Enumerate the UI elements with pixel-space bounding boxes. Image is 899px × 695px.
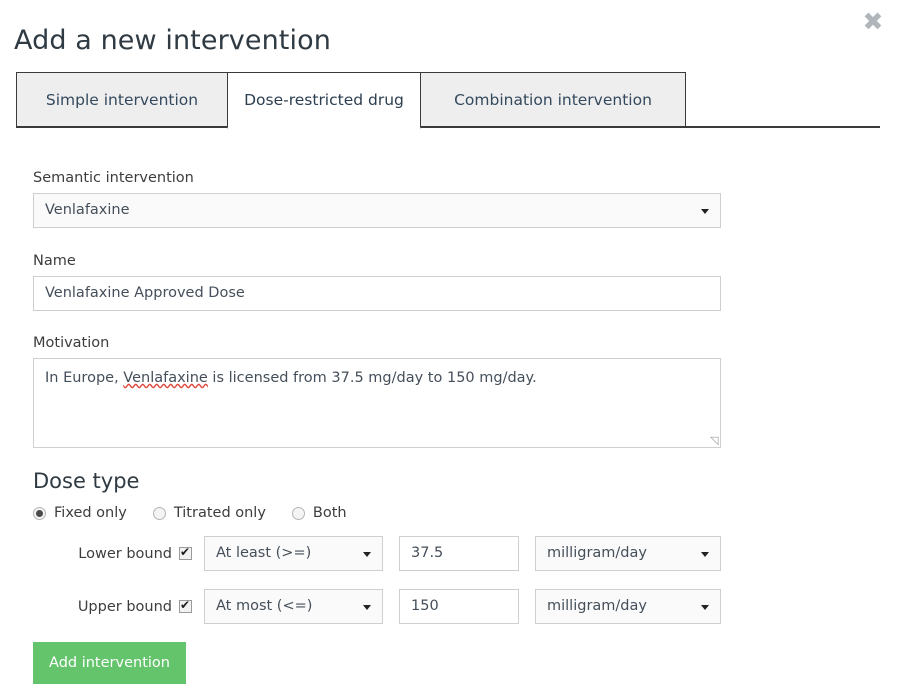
close-icon[interactable]: ✖ <box>859 8 887 36</box>
radio-option-titrated-only[interactable]: Titrated only <box>152 505 266 521</box>
radio-option-both[interactable]: Both <box>291 505 347 521</box>
chevron-down-icon <box>363 551 371 557</box>
lower-bound-label: Lower bound <box>78 545 172 562</box>
lower-bound-unit-value: milligram/day <box>547 545 647 561</box>
lower-bound-amount-value: 37.5 <box>411 545 444 561</box>
tab-label: Dose-restricted drug <box>244 91 404 109</box>
radio-icon[interactable] <box>33 506 46 520</box>
resize-handle-icon[interactable]: ◸ <box>710 434 718 447</box>
tab-combination-intervention[interactable]: Combination intervention <box>420 72 686 127</box>
tab-simple-intervention[interactable]: Simple intervention <box>16 72 228 127</box>
lower-bound-operator-value: At least (>=) <box>216 545 312 561</box>
lower-bound-label-wrap: Lower bound <box>0 545 200 562</box>
semantic-intervention-value: Venlafaxine <box>45 202 130 218</box>
radio-icon[interactable] <box>291 506 305 520</box>
page-title: Add a new intervention <box>14 25 331 56</box>
radio-option-fixed-only[interactable]: Fixed only <box>33 505 127 521</box>
upper-bound-amount-value: 150 <box>411 598 439 614</box>
chevron-down-icon <box>701 604 709 610</box>
upper-bound-row: Upper bound At most (<=) 150 milligram/d… <box>0 589 721 624</box>
motivation-text-after: is licensed from 37.5 mg/day to 150 mg/d… <box>207 370 537 386</box>
radio-label: Both <box>312 505 347 521</box>
add-intervention-modal: ✖ Add a new intervention Simple interven… <box>0 0 899 695</box>
lower-bound-operator-select[interactable]: At least (>=) <box>204 536 383 571</box>
motivation-text-before: In Europe, <box>45 370 124 386</box>
name-label: Name <box>33 253 76 269</box>
motivation-label: Motivation <box>33 335 110 351</box>
tab-dose-restricted-drug[interactable]: Dose-restricted drug <box>227 72 421 129</box>
upper-bound-checkbox[interactable] <box>179 598 192 613</box>
tab-label: Simple intervention <box>45 90 199 109</box>
radio-icon[interactable] <box>152 506 166 520</box>
chevron-down-icon <box>701 208 709 214</box>
lower-bound-checkbox[interactable] <box>179 545 192 560</box>
dose-type-heading: Dose type <box>33 469 140 493</box>
tab-bar: Simple intervention Dose-restricted drug… <box>16 72 880 129</box>
lower-bound-row: Lower bound At least (>=) 37.5 milligram… <box>0 536 721 571</box>
radio-label: Fixed only <box>54 505 127 521</box>
add-intervention-button[interactable]: Add intervention <box>33 642 186 684</box>
motivation-misspelled-word: Venlafaxine <box>123 370 208 386</box>
upper-bound-amount-input[interactable]: 150 <box>399 589 519 624</box>
motivation-group: Motivation In Europe, Venlafaxine is lic… <box>33 335 721 448</box>
upper-bound-operator-value: At most (<=) <box>216 598 313 614</box>
lower-bound-unit-select[interactable]: milligram/day <box>535 536 721 571</box>
semantic-intervention-group: Semantic intervention Venlafaxine <box>33 170 721 228</box>
name-group: Name Venlafaxine Approved Dose <box>33 253 721 311</box>
name-value: Venlafaxine Approved Dose <box>45 285 245 301</box>
upper-bound-label: Upper bound <box>77 598 172 615</box>
upper-bound-unit-select[interactable]: milligram/day <box>535 589 721 624</box>
tab-label: Combination intervention <box>454 90 652 109</box>
semantic-intervention-label: Semantic intervention <box>33 170 194 186</box>
dose-type-radio-group: Fixed only Titrated only Both <box>33 505 373 521</box>
name-input[interactable]: Venlafaxine Approved Dose <box>33 276 721 311</box>
chevron-down-icon <box>701 551 709 557</box>
chevron-down-icon <box>363 604 371 610</box>
radio-label: Titrated only <box>173 505 266 521</box>
semantic-intervention-select[interactable]: Venlafaxine <box>33 193 721 228</box>
lower-bound-amount-input[interactable]: 37.5 <box>399 536 519 571</box>
upper-bound-label-wrap: Upper bound <box>0 598 200 615</box>
upper-bound-unit-value: milligram/day <box>547 598 647 614</box>
upper-bound-operator-select[interactable]: At most (<=) <box>204 589 383 624</box>
motivation-textarea[interactable]: In Europe, Venlafaxine is licensed from … <box>33 358 721 448</box>
